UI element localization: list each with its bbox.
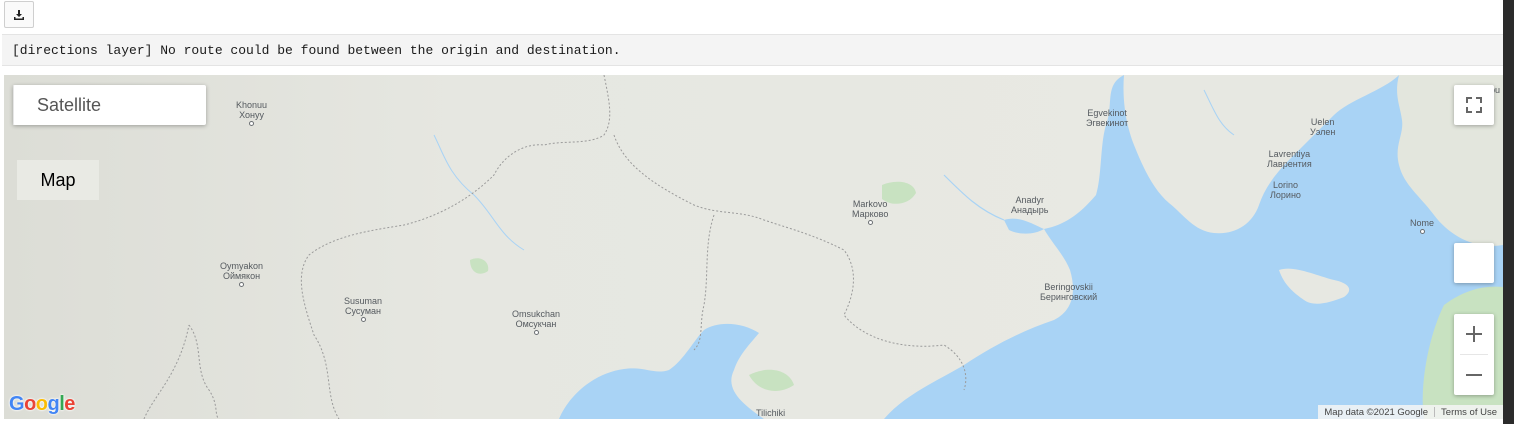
place-latin: Khonuu (236, 100, 268, 110)
fullscreen-icon (1466, 97, 1482, 113)
place-cyrillic: Омсукчан (515, 319, 557, 329)
place-cyrillic: Лорино (1270, 190, 1301, 200)
place-latin: Nome (1410, 218, 1435, 228)
place-latin: Anadyr (1015, 195, 1044, 205)
map-type-satellite-button[interactable]: Satellite (13, 85, 124, 125)
place-markovo[interactable]: Markovo Марково (852, 199, 888, 225)
place-marker (533, 330, 539, 335)
place-marker (867, 220, 873, 225)
plus-icon (1466, 326, 1482, 342)
place-cyrillic: Хонуу (239, 110, 264, 120)
place-tilichiki[interactable]: Tilichiki (756, 408, 785, 418)
place-marker (1419, 229, 1425, 234)
place-latin: Lorino (1272, 180, 1298, 190)
place-egvekinot[interactable]: Egvekinot Эгвекинот (1086, 108, 1128, 128)
map-attribution: Map data ©2021 Google Terms of Use (1318, 405, 1503, 419)
place-cyrillic: Эгвекинот (1086, 118, 1129, 128)
place-latin: Susuman (344, 296, 383, 306)
place-khonuu[interactable]: Khonuu Хонуу (236, 100, 267, 126)
place-uelen[interactable]: Uelen Уэлен (1310, 117, 1335, 137)
window-edge (1503, 0, 1514, 424)
attribution-divider (1434, 407, 1436, 417)
street-view-button[interactable] (1454, 243, 1494, 283)
place-latin: Oymyakon (220, 261, 264, 271)
place-marker (360, 317, 366, 322)
place-cyrillic: Оймякон (222, 271, 261, 281)
place-cyrillic: Марково (852, 209, 889, 219)
zoom-control (1454, 314, 1494, 395)
place-latin: Tilichiki (756, 408, 786, 418)
map-data-credit: Map data ©2021 Google (1324, 406, 1429, 418)
place-marker (249, 121, 255, 126)
place-cyrillic: Уэлен (1310, 127, 1336, 137)
place-latin: Markovo (852, 199, 888, 209)
place-nome[interactable]: Nome (1410, 218, 1434, 234)
place-cyrillic: Сусуман (345, 306, 381, 316)
map-type-map-button[interactable]: Map (17, 160, 99, 200)
place-beringovskii[interactable]: Beringovskii Беринговский (1040, 282, 1097, 302)
place-latin: Uelen (1310, 117, 1335, 127)
place-marker (239, 282, 244, 287)
fullscreen-button[interactable] (1454, 85, 1494, 125)
place-latin: Egvekinot (1087, 108, 1127, 118)
place-lorino[interactable]: Lorino Лорино (1270, 180, 1301, 200)
output-toolbar (0, 0, 1503, 33)
zoom-out-button[interactable] (1454, 355, 1494, 395)
place-cyrillic: Лаврентия (1267, 159, 1312, 169)
map-canvas[interactable] (4, 75, 1503, 419)
minus-icon (1466, 374, 1482, 376)
place-cyrillic: Беринговский (1040, 292, 1098, 302)
place-omsukchan[interactable]: Omsukchan Омсукчан (512, 309, 560, 335)
place-anadyr[interactable]: Anadyr Анадырь (1011, 195, 1048, 215)
place-oymyakon[interactable]: Oymyakon Оймякон (220, 261, 263, 287)
place-latin: Omsukchan (512, 309, 561, 319)
place-latin: Lavrentiya (1268, 149, 1311, 159)
notebook-output: [directions layer] No route could be fou… (0, 0, 1503, 424)
download-button[interactable] (4, 1, 34, 28)
error-text: [directions layer] No route could be fou… (12, 43, 621, 58)
download-icon (14, 9, 24, 20)
google-logo[interactable]: Google (9, 393, 75, 416)
map-view[interactable]: Khonuu Хонуу Oymyakon Оймякон Susuman Су… (4, 75, 1503, 419)
place-cyrillic: Анадырь (1011, 205, 1049, 215)
place-latin: Beringovskii (1044, 282, 1093, 292)
map-type-control: Map Satellite (13, 85, 206, 200)
directions-error-message: [directions layer] No route could be fou… (2, 34, 1503, 66)
place-susuman[interactable]: Susuman Сусуман (344, 296, 382, 322)
zoom-in-button[interactable] (1454, 314, 1494, 354)
place-lavrentiya[interactable]: Lavrentiya Лаврентия (1267, 149, 1312, 169)
terms-of-use-link[interactable]: Terms of Use (1441, 407, 1497, 418)
